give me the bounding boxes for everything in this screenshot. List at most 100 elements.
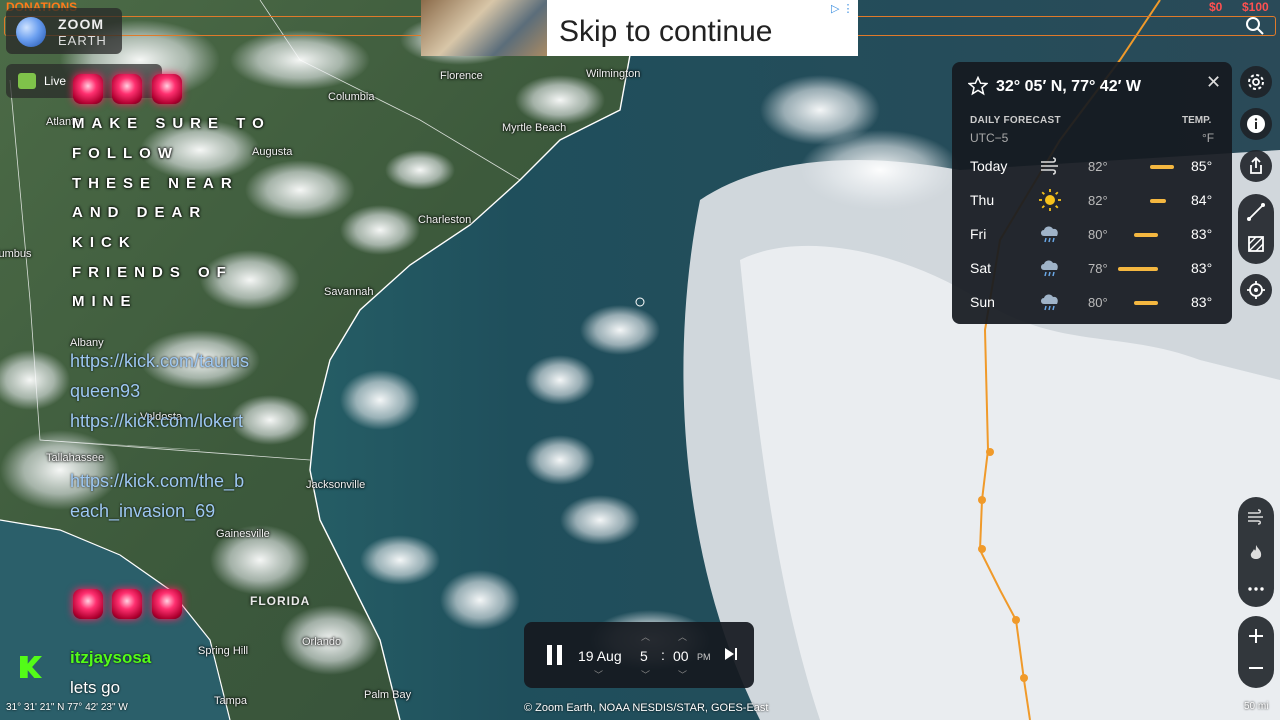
date-selector[interactable]: 19 Aug xyxy=(578,648,622,664)
info-icon xyxy=(1247,115,1265,133)
chat-message: lets go xyxy=(70,678,121,697)
siren-icon xyxy=(112,74,142,104)
temp-range-bar xyxy=(1134,233,1158,237)
overlay-line: FOLLOW xyxy=(72,145,179,162)
forecast-row[interactable]: Fri 80° 83° xyxy=(952,220,1232,250)
minute-selector[interactable]: 00 xyxy=(673,648,689,664)
city-label: Jacksonville xyxy=(306,479,366,491)
overlay-line: MINE xyxy=(72,293,138,310)
kick-link[interactable]: https://kick.com/taurusqueen93 xyxy=(70,346,250,406)
kick-link[interactable]: https://kick.com/lokert xyxy=(70,406,250,436)
sun-icon xyxy=(1039,189,1061,211)
kick-link[interactable]: https://kick.com/the_beach_invasion_69 xyxy=(70,466,250,526)
area-icon[interactable] xyxy=(1246,234,1266,254)
zoom-out-icon[interactable] xyxy=(1246,658,1266,678)
location-coordinates: 32° 05′ N, 77° 42′ W xyxy=(996,78,1141,95)
info-button[interactable] xyxy=(1240,108,1272,140)
zoom-controls xyxy=(1238,616,1274,688)
temp-label: TEMP. xyxy=(1182,115,1212,126)
time-control: 19 Aug ︿ ︿ 5 : 00 PM ﹀ ﹀ ﹀ xyxy=(524,622,754,688)
more-icon[interactable] xyxy=(1246,579,1266,599)
overlay-line: AND DEAR xyxy=(72,204,208,221)
city-label: Gainesville xyxy=(216,528,270,540)
scale-bar: 50 mi xyxy=(1244,701,1269,712)
ampm-label: PM xyxy=(697,652,711,662)
attribution[interactable]: © Zoom Earth, NOAA NESDIS/STAR, GOES-Eas… xyxy=(524,702,768,714)
overlay-line: KICK xyxy=(72,234,137,251)
city-label: Spring Hill xyxy=(198,645,249,657)
city-label: Savannah xyxy=(324,286,374,298)
city-label: Tampa xyxy=(214,695,248,707)
star-icon[interactable] xyxy=(968,76,988,96)
chevron-down-icon[interactable]: ﹀ xyxy=(678,668,687,681)
city-label: Orlando xyxy=(302,636,342,648)
city-label: Augusta xyxy=(252,146,293,158)
measure-icon[interactable] xyxy=(1246,202,1266,222)
chevron-up-icon[interactable]: ︿ xyxy=(641,630,650,643)
overlay-line: MAKE SURE TO xyxy=(72,115,271,132)
layer-tools xyxy=(1238,497,1274,607)
zoom-earth-logo[interactable]: ZOOM EARTH xyxy=(6,8,122,54)
forecast-day: Sat xyxy=(970,260,992,276)
adchoices-icon[interactable]: ▷ ⋮ xyxy=(831,2,854,15)
close-icon[interactable]: ✕ xyxy=(1206,72,1221,93)
wind-layer-icon[interactable] xyxy=(1246,507,1266,527)
forecast-day: Today xyxy=(970,158,1008,174)
overlay-line: THESE NEAR xyxy=(72,175,239,192)
temp-range-bar xyxy=(1150,165,1174,169)
share-button[interactable] xyxy=(1240,150,1272,182)
ad-skip-text[interactable]: Skip to continue xyxy=(559,15,772,49)
zoom-in-icon[interactable] xyxy=(1246,626,1266,646)
forecast-high: 83° xyxy=(1191,260,1213,276)
chevron-up-icon[interactable]: ︿ xyxy=(678,630,687,643)
measure-tools xyxy=(1238,194,1274,264)
forecast-high: 83° xyxy=(1191,294,1213,310)
siren-icon xyxy=(152,589,182,619)
fire-layer-icon[interactable] xyxy=(1246,543,1266,563)
city-label: Tallahassee xyxy=(46,452,105,464)
forecast-row[interactable]: Sun 80° 83° xyxy=(952,288,1232,318)
rain-icon xyxy=(1041,294,1058,311)
city-label: Wilmington xyxy=(586,68,641,80)
ad-banner[interactable]: Skip to continue ▷ ⋮ xyxy=(421,0,858,56)
forecast-low: 80° xyxy=(1088,227,1108,242)
timezone-label: UTC−5 xyxy=(970,131,1009,145)
forecast-low: 78° xyxy=(1088,261,1108,276)
logo-line1: ZOOM xyxy=(58,16,104,32)
chevron-down-icon[interactable]: ﹀ xyxy=(594,668,603,681)
temp-unit: °F xyxy=(1202,131,1215,145)
forecast-low: 80° xyxy=(1088,295,1108,310)
live-label: Live xyxy=(44,74,67,88)
city-label: Florence xyxy=(440,70,483,82)
city-label: Columbia xyxy=(328,91,375,103)
forecast-high: 84° xyxy=(1191,192,1213,208)
forecast-panel: 32° 05′ N, 77° 42′ W ✕ DAILY FORECAST UT… xyxy=(952,62,1232,324)
siren-icon xyxy=(152,74,182,104)
forecast-row[interactable]: Thu 82° 84° xyxy=(952,186,1232,216)
locate-button[interactable] xyxy=(1240,274,1272,306)
donation-current: $0 xyxy=(1209,0,1223,14)
time-separator: : xyxy=(661,647,665,663)
wind-icon xyxy=(1041,157,1058,175)
search-icon[interactable] xyxy=(1245,16,1265,36)
rain-icon xyxy=(1041,226,1058,243)
hour-selector[interactable]: 5 xyxy=(640,648,648,664)
ad-image xyxy=(421,0,547,56)
locate-icon xyxy=(1247,281,1265,299)
skip-forward-icon[interactable] xyxy=(723,646,739,662)
chevron-down-icon[interactable]: ﹀ xyxy=(641,668,650,681)
forecast-high: 85° xyxy=(1191,158,1213,174)
city-label: Palm Bay xyxy=(364,689,412,701)
daily-forecast-label: DAILY FORECAST xyxy=(970,115,1061,126)
settings-button[interactable] xyxy=(1240,66,1272,98)
forecast-row[interactable]: Today 82° 85° xyxy=(952,152,1232,182)
forecast-day: Sun xyxy=(970,294,995,310)
pause-icon[interactable] xyxy=(545,644,565,666)
forecast-low: 82° xyxy=(1088,159,1108,174)
siren-icon xyxy=(73,589,103,619)
logo-line2: EARTH xyxy=(58,33,107,48)
satellite-icon xyxy=(18,73,36,89)
gear-icon xyxy=(1248,74,1264,90)
forecast-row[interactable]: Sat 78° 83° xyxy=(952,254,1232,284)
forecast-day: Fri xyxy=(970,226,987,242)
